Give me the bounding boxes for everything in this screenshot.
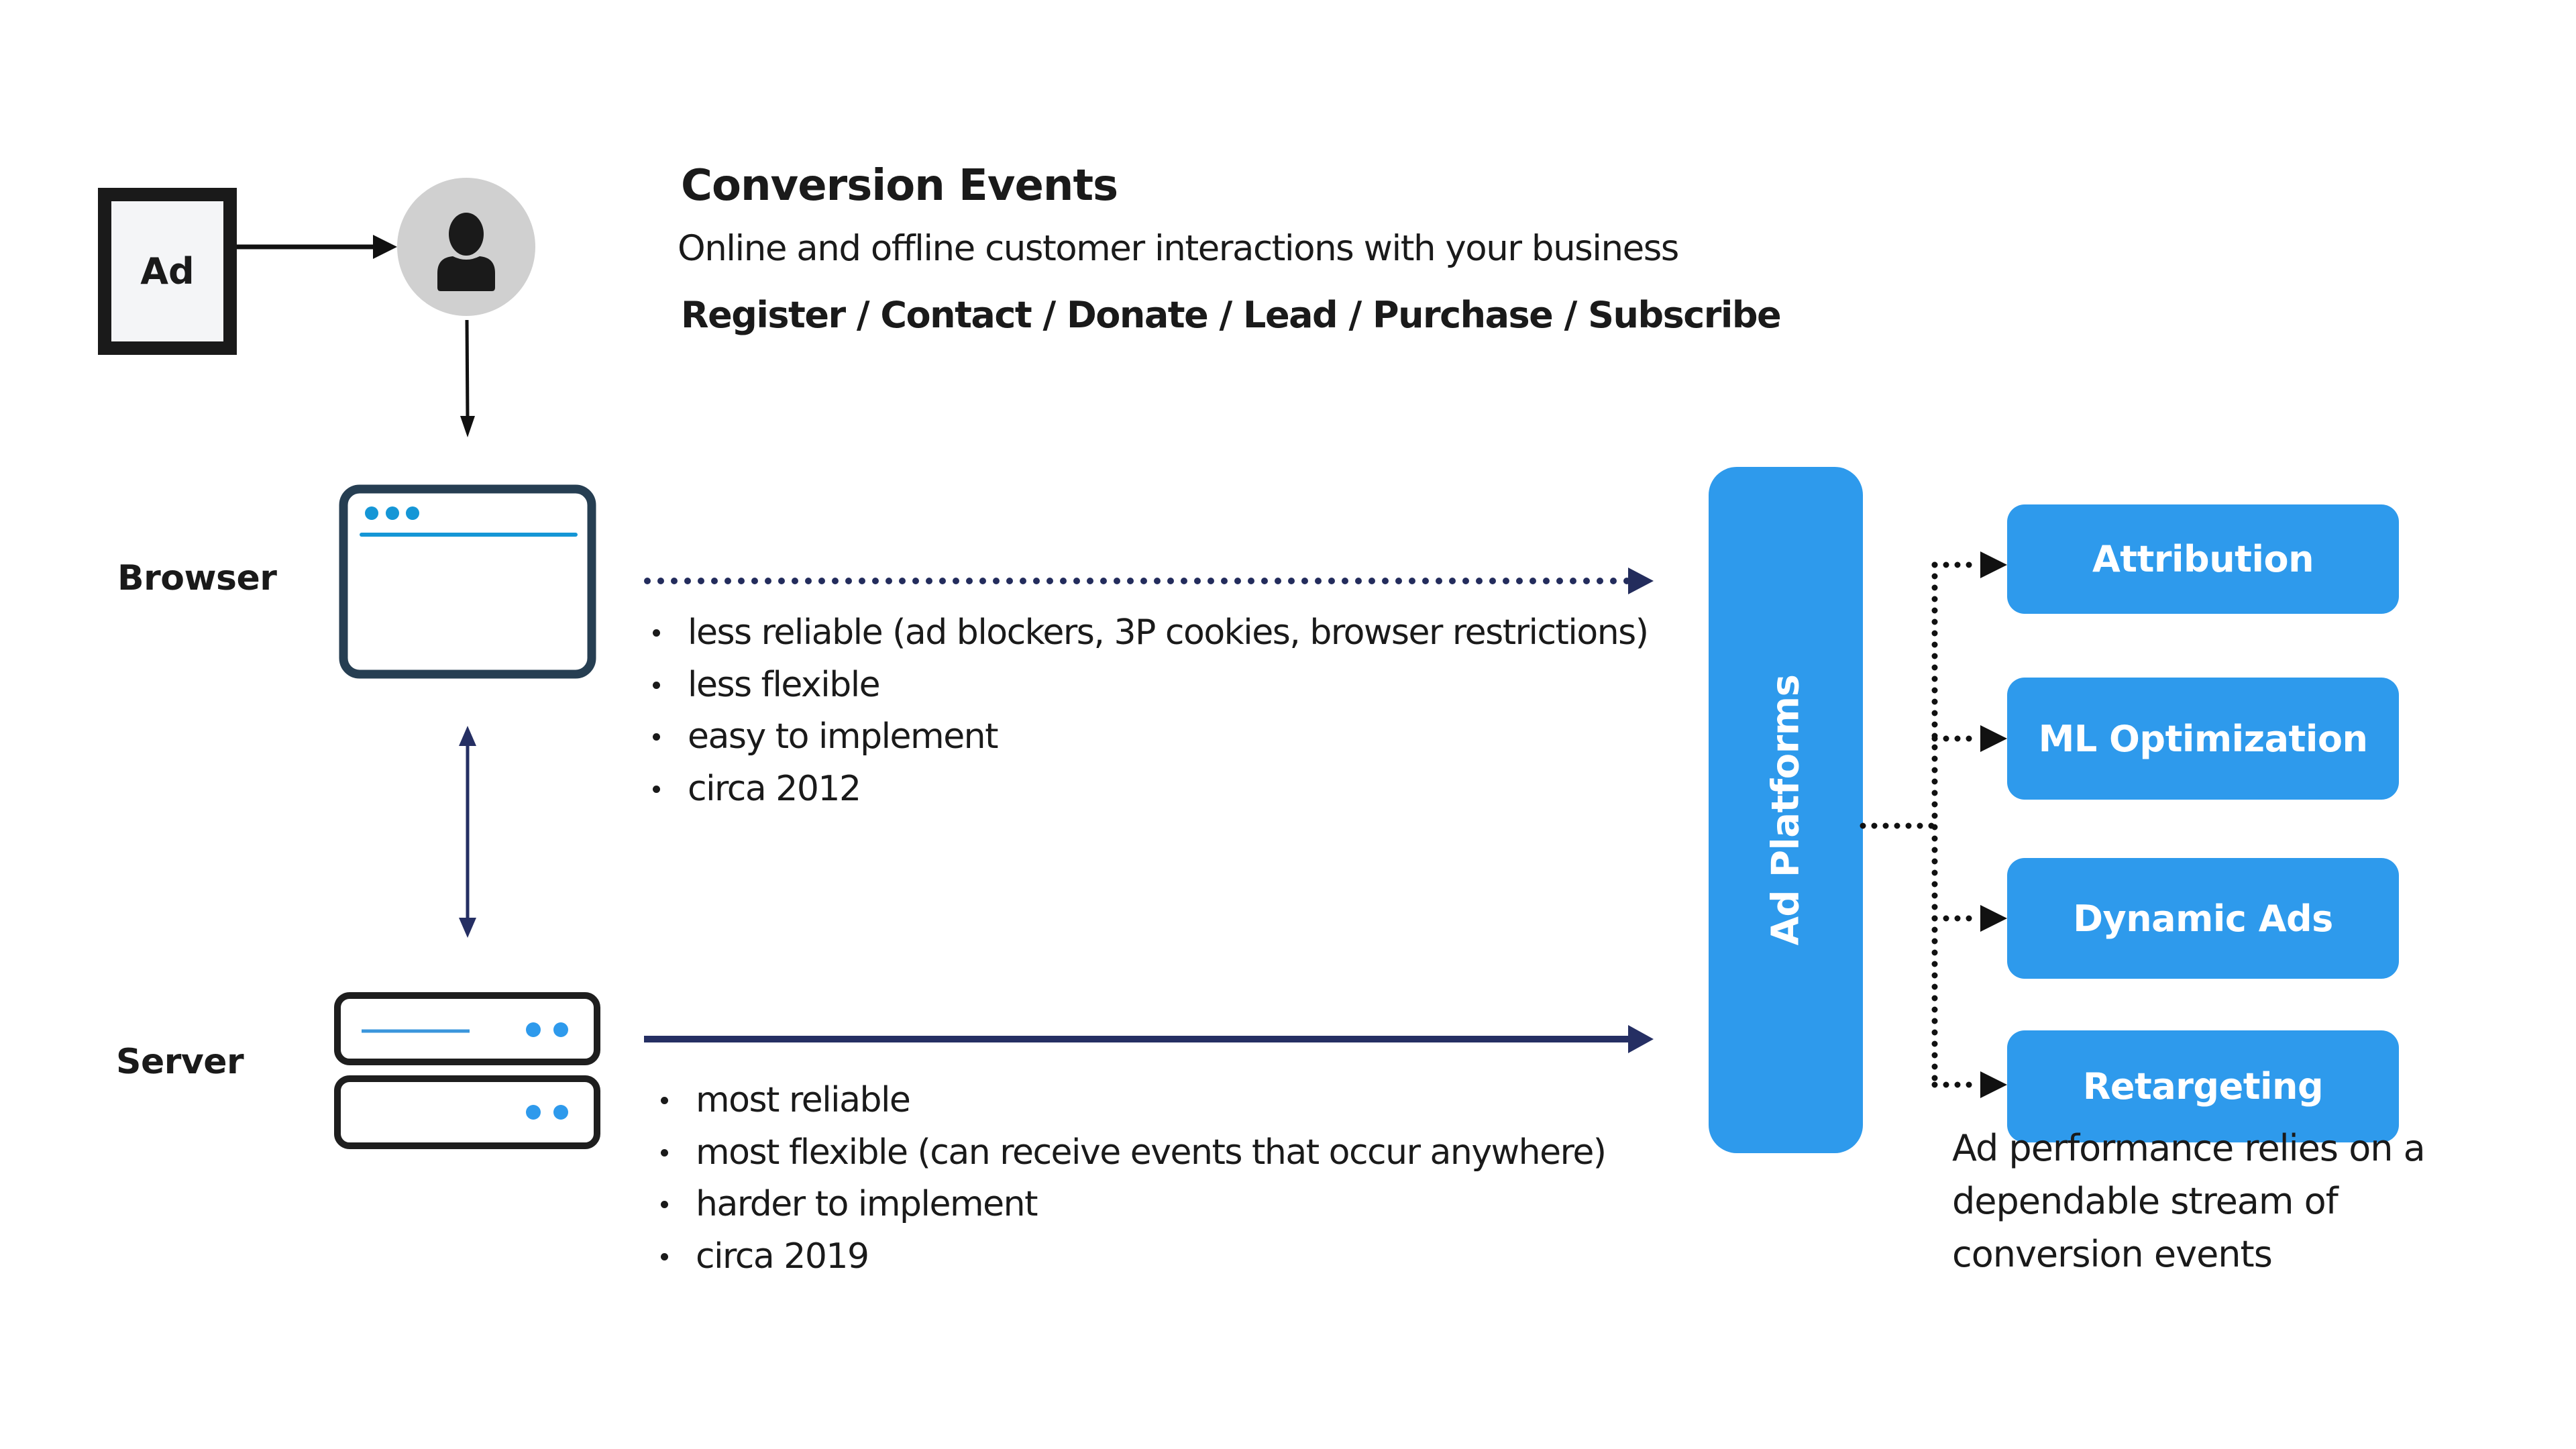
ad-label: Ad [140,250,195,292]
bullet-dot [661,1148,668,1157]
browser-bullet-item: less flexible [653,659,1648,712]
server-bullet-item: most reliable [661,1075,1606,1127]
server-solid-arrow [644,1025,1654,1053]
user-to-browser-arrow [460,319,475,437]
page-title: Conversion Events [681,161,1118,211]
footnote: Ad performance relies on a dependable st… [1952,1122,2426,1281]
server-rack-icon [334,992,600,1149]
server-label: Server [116,1042,244,1082]
server-bullet-item: harder to implement [661,1179,1606,1231]
browser-bullet-item: less reliable (ad blockers, 3P cookies, … [653,607,1649,659]
server-bullet-item: most flexible (can receive events that o… [661,1127,1607,1179]
arrowhead-dynamic-ads [1980,905,2007,932]
bullet-text: easy to implement [688,716,999,757]
browser-server-bidirectional-arrow [459,726,476,938]
browser-dotted-arrow [644,568,1654,594]
bullet-dot [661,1097,668,1104]
feature-arrowheads [1980,551,2007,1098]
browser-window-icon [339,484,596,679]
ad-platforms-label: Ad Platforms [1764,674,1808,946]
bullet-dot [653,785,660,793]
bullet-text: circa 2019 [696,1236,869,1277]
browser-bullet-item: circa 2012 [653,763,1648,816]
feature-dynamic-ads: Dynamic Ads [2007,858,2399,979]
feature-attribution: Attribution [2007,504,2399,614]
browser-bullet-item: easy to implement [653,711,1648,763]
user-icon [397,178,535,316]
page-subtitle: Online and offline customer interactions… [678,228,1679,269]
bullet-dot [661,1252,668,1260]
feature-ml-optimization: ML Optimization [2007,678,2399,800]
bullet-text: less flexible [688,664,881,705]
bullet-text: harder to implement [696,1184,1038,1224]
event-types: Register / Contact / Donate / Lead / Pur… [681,294,1782,336]
bullet-dot [653,681,660,689]
arrowhead-ml-optimization [1980,725,2007,752]
bullet-text: less reliable (ad blockers, 3P cookies, … [688,612,1649,653]
ad-platforms-node: Ad Platforms [1709,467,1863,1153]
bullet-dot [661,1201,668,1208]
footnote-line: conversion events [1952,1233,2273,1275]
footnote-line: dependable stream of [1952,1180,2339,1222]
bullet-text: circa 2012 [688,768,861,809]
bullet-text: most flexible (can receive events that o… [696,1132,1607,1173]
browser-bullet-list: less reliable (ad blockers, 3P cookies, … [653,607,1649,816]
server-bullet-item: circa 2019 [661,1231,1606,1283]
bullet-dot [653,733,660,741]
browser-label: Browser [117,558,277,598]
platform-feature-connectors [1860,561,1982,1090]
arrowhead-attribution [1980,551,2007,578]
bullet-text: most reliable [696,1080,911,1120]
bullet-dot [653,629,660,637]
arrowhead-retargeting [1980,1071,2007,1098]
footnote-line: Ad performance relies on a [1952,1127,2426,1169]
server-bullet-list: most reliable most flexible (can receive… [661,1075,1607,1283]
ad-to-user-arrow [237,235,397,259]
